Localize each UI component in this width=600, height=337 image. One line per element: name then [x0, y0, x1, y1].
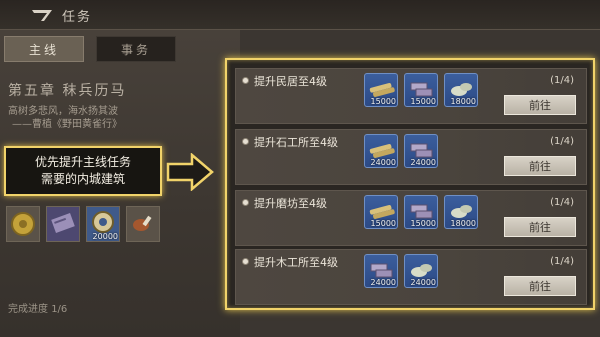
reward-amount: 20000	[92, 232, 118, 241]
task-count: (1/4)	[550, 197, 574, 208]
task-name: 提升民居至4级	[254, 75, 327, 88]
callout-line1: 优先提升主线任务	[34, 155, 131, 169]
wood-icon	[369, 82, 395, 97]
resource-amount: 15000	[410, 97, 436, 106]
wood-icon	[369, 204, 395, 219]
bullet-icon	[242, 138, 249, 145]
task-row: 提升磨坊至4级 (1/4) 15000 15000 18000 前往	[235, 190, 587, 246]
scroll-icon	[51, 213, 75, 233]
task-row: 提升石工所至4级 (1/4) 24000 24000 前往	[235, 129, 587, 185]
resource-amount: 15000	[370, 97, 396, 106]
bullet-icon	[242, 77, 249, 84]
resource-amount: 18000	[450, 219, 476, 228]
resource-iron: 24000	[404, 134, 438, 168]
coin-icon	[11, 212, 35, 236]
reward-slot[interactable]	[126, 206, 160, 242]
task-name: 提升磨坊至4级	[254, 197, 327, 210]
task-row: 提升民居至4级 (1/4) 15000 15000 18000 前往	[235, 68, 587, 124]
resource-amount: 24000	[370, 158, 396, 167]
resource-amount: 15000	[370, 219, 396, 228]
progress-value: 1/6	[51, 304, 68, 315]
back-arrow-icon[interactable]	[30, 7, 56, 23]
stone-icon	[451, 205, 472, 218]
progress-label: 完成进度	[8, 304, 48, 315]
iron-icon	[410, 204, 433, 219]
reward-slot[interactable]: 20000	[86, 206, 120, 242]
stone-icon	[411, 264, 432, 277]
pointer-arrow-icon	[166, 153, 214, 191]
resource-wood: 15000	[364, 73, 398, 107]
tab-main[interactable]: 主线	[4, 36, 84, 62]
completion-progress: 完成进度 1/6	[8, 300, 67, 315]
iron-icon	[410, 82, 433, 97]
resource-stone: 24000	[404, 254, 438, 288]
tutorial-callout: 优先提升主线任务 需要的内城建筑	[4, 146, 162, 196]
resource-iron: 24000	[364, 254, 398, 288]
resource-amount: 18000	[450, 97, 476, 106]
resource-amount: 24000	[410, 278, 436, 287]
resource-stone: 18000	[444, 73, 478, 107]
go-button[interactable]: 前往	[504, 95, 576, 115]
resource-stone: 18000	[444, 195, 478, 229]
task-name: 提升木工所至4级	[254, 256, 338, 269]
tab-event[interactable]: 事务	[96, 36, 176, 62]
iron-icon	[370, 263, 393, 278]
top-bar: 任务	[0, 0, 600, 30]
chapter-title: 第五章 秣兵历马	[8, 83, 127, 99]
task-count: (1/4)	[550, 256, 574, 267]
wood-icon	[369, 143, 395, 158]
bullet-icon	[242, 258, 249, 265]
page-title: 任务	[62, 10, 93, 25]
resource-amount: 15000	[410, 219, 436, 228]
bullet-icon	[242, 199, 249, 206]
resource-wood: 15000	[364, 195, 398, 229]
iron-icon	[410, 143, 433, 158]
stone-icon	[451, 83, 472, 96]
meat-icon	[133, 215, 152, 231]
resource-amount: 24000	[410, 158, 436, 167]
resource-amount: 24000	[370, 278, 396, 287]
go-button[interactable]: 前往	[504, 217, 576, 237]
chapter-quote-source: ——曹植《野田黄雀行》	[12, 119, 122, 130]
reward-slot[interactable]	[6, 206, 40, 242]
go-button[interactable]: 前往	[504, 276, 576, 296]
go-button[interactable]: 前往	[504, 156, 576, 176]
task-count: (1/4)	[550, 75, 574, 86]
task-panel: 提升民居至4级 (1/4) 15000 15000 18000 前往 提升石工所…	[225, 58, 595, 310]
resource-wood: 24000	[364, 134, 398, 168]
resource-iron: 15000	[404, 73, 438, 107]
task-name: 提升石工所至4级	[254, 136, 338, 149]
resource-iron: 15000	[404, 195, 438, 229]
callout-line2: 需要的内城建筑	[40, 172, 125, 186]
task-count: (1/4)	[550, 136, 574, 147]
reward-slot[interactable]	[46, 206, 80, 242]
task-row: 提升木工所至4级 (1/4) 24000 24000 前往	[235, 249, 587, 305]
